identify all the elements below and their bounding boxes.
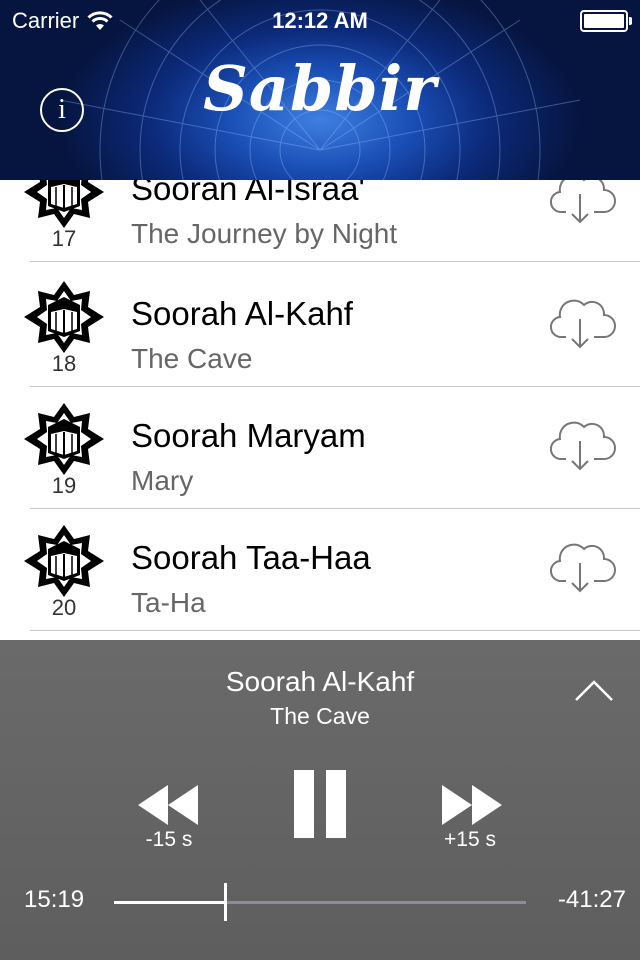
- progress-slider[interactable]: [114, 901, 526, 904]
- forward-label: +15 s: [444, 828, 496, 851]
- status-bar: Carrier 12:12 AM: [0, 0, 640, 40]
- surah-subtitle: The Journey by Night: [131, 218, 398, 249]
- rewind-label: -15 s: [145, 828, 193, 851]
- surah-subtitle: Ta-Ha: [131, 587, 206, 618]
- surah-title: Soorah Taa-Haa: [131, 539, 371, 576]
- status-time: 12:12 AM: [272, 8, 368, 33]
- surah-number: 17: [51, 226, 77, 251]
- chevron-up-icon[interactable]: [574, 678, 614, 702]
- app-title: Sabbir: [203, 52, 437, 125]
- cloud-download-icon[interactable]: [550, 293, 616, 351]
- kaaba-star-icon: [24, 403, 104, 475]
- cloud-download-icon[interactable]: [550, 537, 616, 595]
- kaaba-star-icon: [24, 180, 104, 228]
- progress-thumb[interactable]: [224, 883, 227, 921]
- surah-number: 19: [51, 473, 77, 498]
- surah-number: 20: [51, 595, 77, 620]
- list-item[interactable]: 17 Sooran Al-Israa' The Journey by Night: [0, 180, 640, 262]
- app-header: Carrier 12:12 AM i Sabbir: [0, 0, 640, 180]
- surah-title: Soorah Maryam: [131, 417, 366, 454]
- surah-list[interactable]: 17 Sooran Al-Israa' The Journey by Night…: [0, 180, 640, 640]
- kaaba-star-icon: [24, 281, 104, 353]
- surah-subtitle: Mary: [131, 465, 194, 496]
- surah-subtitle: The Cave: [131, 343, 253, 374]
- fast-forward-icon[interactable]: [440, 785, 502, 825]
- pause-button[interactable]: [294, 770, 348, 838]
- now-playing-subtitle: The Cave: [270, 703, 370, 729]
- list-item[interactable]: 20 Soorah Taa-Haa Ta-Ha: [0, 509, 640, 631]
- row-divider: [30, 630, 640, 631]
- surah-title: Sooran Al-Israa': [131, 180, 365, 207]
- rewind-icon[interactable]: [138, 785, 200, 825]
- list-item[interactable]: 19 Soorah Maryam Mary: [0, 387, 640, 509]
- pause-icon: [294, 770, 314, 838]
- row-divider: [30, 261, 640, 262]
- cloud-download-icon[interactable]: [550, 180, 616, 226]
- surah-number: 18: [51, 351, 77, 376]
- elapsed-time: 15:19: [24, 886, 85, 913]
- battery-icon: [580, 10, 632, 32]
- kaaba-star-icon: [24, 525, 104, 597]
- progress-fill: [114, 901, 225, 904]
- cloud-download-icon[interactable]: [550, 415, 616, 473]
- remaining-time: -41:27: [557, 886, 626, 913]
- list-item[interactable]: 18 Soorah Al-Kahf The Cave: [0, 265, 640, 387]
- surah-title: Soorah Al-Kahf: [131, 295, 353, 332]
- now-playing-bar: Soorah Al-Kahf The Cave -15 s +15 s 15:1…: [0, 640, 640, 960]
- now-playing-title: Soorah Al-Kahf: [225, 666, 415, 697]
